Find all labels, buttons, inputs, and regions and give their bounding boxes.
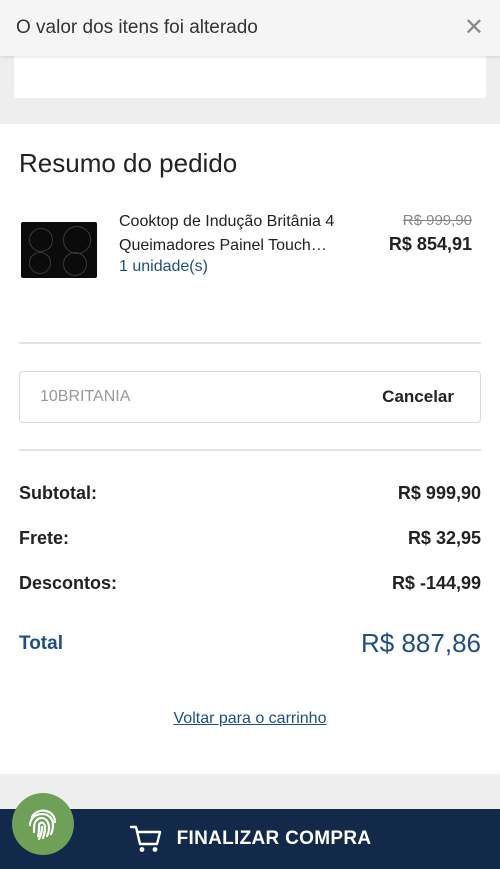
coupon-cancel-button[interactable]: Cancelar <box>382 387 454 407</box>
product-quantity: 1 unidade(s) <box>119 258 208 275</box>
alert-message: O valor dos itens foi alterado <box>16 17 258 38</box>
subtotal-label: Subtotal: <box>19 483 97 503</box>
cooktop-image <box>21 222 97 278</box>
order-summary: Resumo do pedido Cooktop de Indução Brit… <box>0 124 500 774</box>
shipping-value: R$ 32,95 <box>407 528 481 548</box>
price-changed-alert: O valor dos itens foi alterado ✕ <box>0 0 500 56</box>
back-to-cart-link[interactable]: Voltar para o carrinho <box>0 710 500 728</box>
total-row: Total R$ 887,86 <box>19 628 481 659</box>
finalize-purchase-button[interactable]: FINALIZAR COMPRA <box>0 809 500 869</box>
subtotal-value: R$ 999,90 <box>397 483 481 503</box>
total-value: R$ 887,86 <box>361 628 481 658</box>
subtotal-row: Subtotal: R$ 999,90 <box>19 483 481 504</box>
fingerprint-icon <box>28 809 57 841</box>
product-item: Cooktop de Indução Britânia 4 Queimadore… <box>19 210 481 282</box>
product-old-price: R$ 999,90 <box>402 212 472 229</box>
summary-title: Resumo do pedido <box>19 148 238 178</box>
product-price: R$ 854,91 <box>388 234 472 254</box>
blank-card <box>14 56 486 98</box>
finalize-label: FINALIZAR COMPRA <box>176 828 372 849</box>
coupon-field: 10BRITANIA Cancelar <box>19 371 481 423</box>
divider <box>19 449 481 451</box>
close-icon[interactable]: ✕ <box>464 16 484 40</box>
shipping-label: Frete: <box>19 528 70 548</box>
shipping-row: Frete: R$ 32,95 <box>19 528 481 549</box>
fingerprint-button[interactable] <box>12 793 74 855</box>
discount-value: R$ -144,99 <box>391 573 481 593</box>
product-name: Cooktop de Indução Britânia 4 Queimadore… <box>119 213 335 254</box>
divider <box>19 342 481 344</box>
discount-label: Descontos: <box>19 573 118 593</box>
total-label: Total <box>19 632 63 654</box>
cart-icon <box>129 825 161 852</box>
coupon-code: 10BRITANIA <box>40 388 131 405</box>
discount-row: Descontos: R$ -144,99 <box>19 573 481 594</box>
